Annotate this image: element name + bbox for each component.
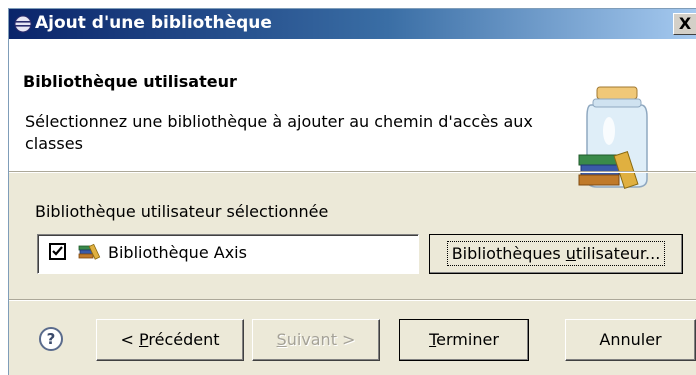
add-library-dialog: Ajout d'une bibliothèque X Bibliothèque … — [8, 8, 696, 375]
cancel-button[interactable]: Annuler — [565, 319, 696, 361]
separator — [9, 299, 696, 301]
library-books-icon — [78, 243, 101, 260]
check-mark-icon — [52, 246, 63, 256]
finish-button[interactable]: Terminer — [399, 319, 529, 361]
library-checkbox[interactable] — [49, 243, 66, 260]
title-bar[interactable]: Ajout d'une bibliothèque X — [9, 9, 696, 39]
eclipse-icon — [14, 15, 32, 33]
library-jar-icon — [578, 86, 648, 189]
page-title: Bibliothèque utilisateur — [23, 72, 237, 91]
wizard-header: Bibliothèque utilisateur Sélectionnez un… — [9, 39, 696, 189]
next-button[interactable]: Suivant > — [252, 319, 380, 361]
separator — [9, 171, 696, 173]
user-libraries-button-label: Bibliothèques utilisateur... — [446, 241, 666, 266]
selected-library-label: Bibliothèque utilisateur sélectionnée — [35, 202, 329, 221]
page-description: Sélectionnez une bibliothèque à ajouter … — [25, 112, 533, 153]
help-icon[interactable]: ? — [39, 327, 63, 351]
window-title: Ajout d'une bibliothèque — [35, 13, 272, 33]
library-item-label: Bibliothèque Axis — [108, 243, 247, 262]
user-libraries-button[interactable]: Bibliothèques utilisateur... — [429, 234, 683, 274]
library-list[interactable]: Bibliothèque Axis — [37, 234, 419, 274]
close-button[interactable]: X — [673, 13, 696, 35]
previous-button[interactable]: < Précédent — [96, 319, 244, 361]
